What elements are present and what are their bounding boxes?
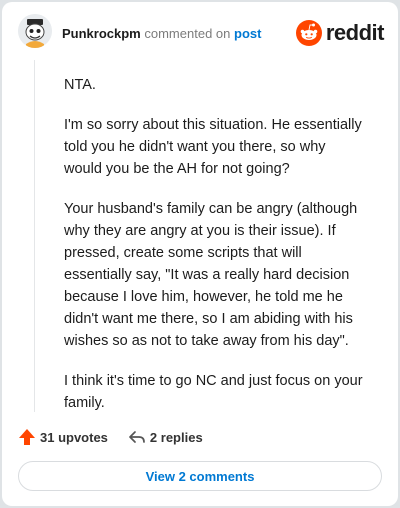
upvote-arrow-icon xyxy=(19,429,35,445)
avatar-icon xyxy=(18,14,52,48)
view-comments-button[interactable]: View 2 comments xyxy=(18,461,382,491)
comment-paragraph: NTA. xyxy=(64,77,96,93)
comment-header: Punkrockpm commented on post reddit xyxy=(18,14,385,54)
reddit-logo-icon xyxy=(295,20,322,46)
thread-line xyxy=(34,60,35,412)
replies-button[interactable]: 2 replies xyxy=(128,428,203,446)
username[interactable]: Punkrockpm xyxy=(62,26,141,41)
reply-arrow-icon xyxy=(129,431,145,443)
comment-card: Punkrockpm commented on post reddit NTA.… xyxy=(2,2,398,506)
upvote-count: 31 upvotes xyxy=(40,429,108,445)
avatar[interactable] xyxy=(18,14,52,48)
action-text: commented on xyxy=(144,26,231,41)
comment-body: NTA. I'm so sorry about this situation. … xyxy=(64,74,364,432)
comment-actions: 31 upvotes 2 replies xyxy=(18,427,203,447)
comment-paragraph: Your husband's family can be angry (alth… xyxy=(64,201,358,349)
comment-paragraph: I'm so sorry about this situation. He es… xyxy=(64,117,362,177)
upvote-button[interactable]: 31 upvotes xyxy=(18,428,108,446)
reddit-brand[interactable]: reddit xyxy=(295,20,385,46)
reply-count: 2 replies xyxy=(149,429,203,445)
reddit-wordmark: reddit xyxy=(325,20,385,45)
comment-paragraph: I think it's time to go NC and just focu… xyxy=(64,373,363,411)
post-link[interactable]: post xyxy=(234,26,261,41)
comment-meta: Punkrockpm commented on post xyxy=(62,26,261,41)
